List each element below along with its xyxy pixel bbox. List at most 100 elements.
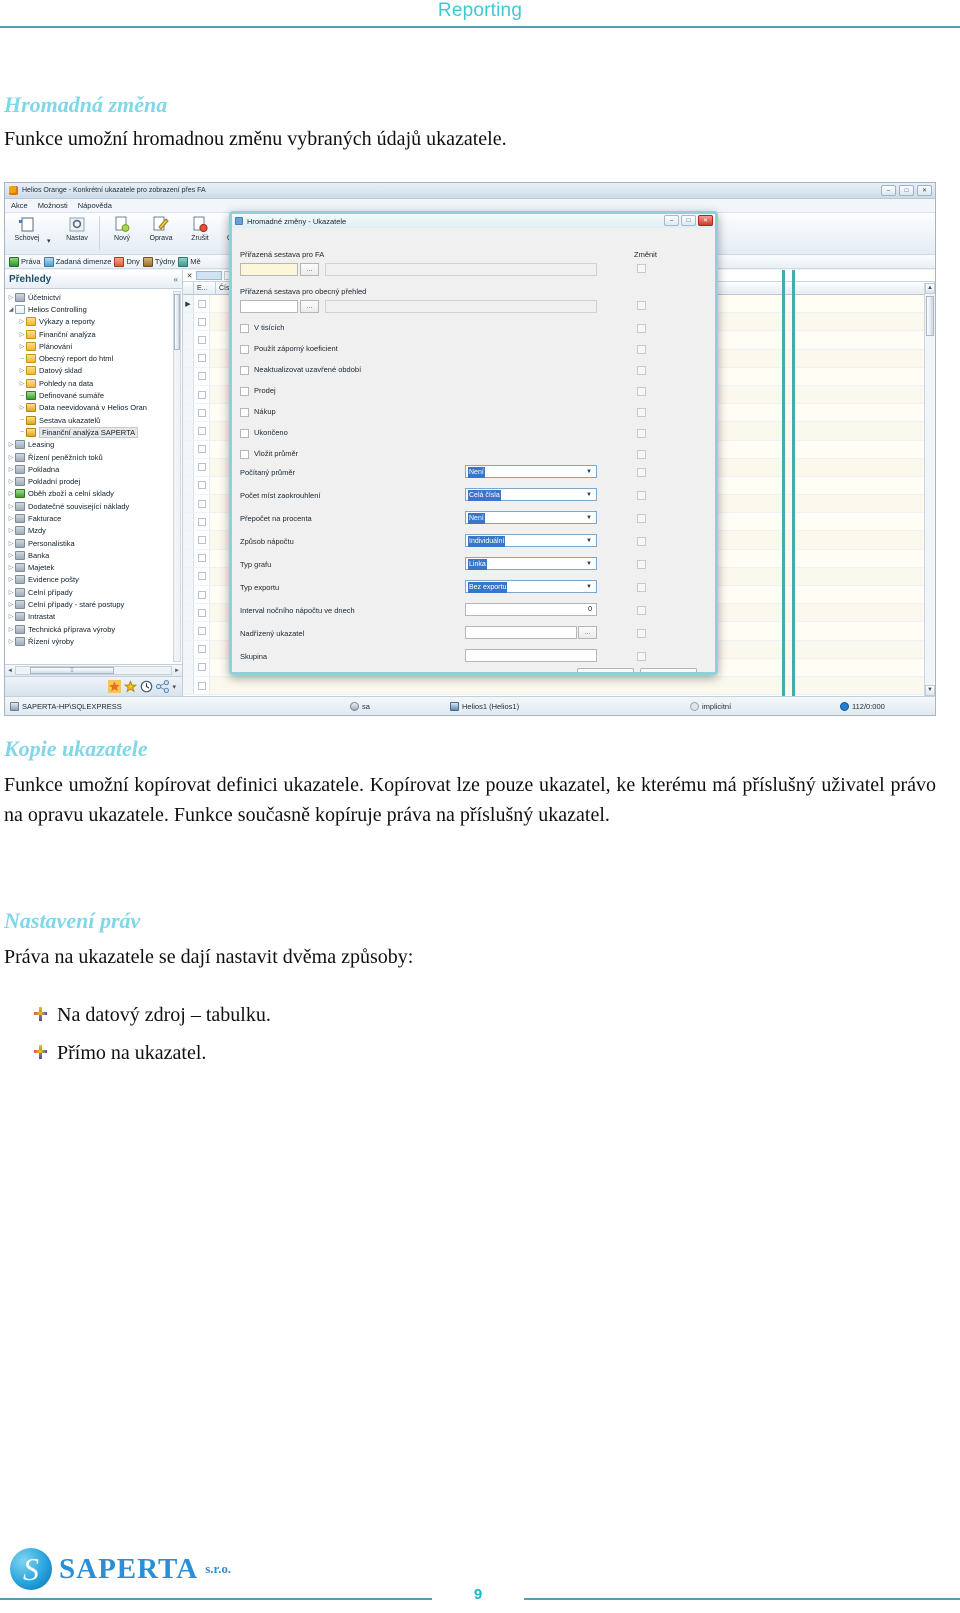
tree-item-18[interactable]: ▷ Fakturace	[7, 512, 182, 524]
table-row[interactable]	[183, 676, 924, 696]
scroll-right-icon[interactable]: ►	[174, 668, 180, 674]
minimize-icon[interactable]: –	[881, 185, 896, 196]
combo-prepocet-na-procenta[interactable]: Není ▼	[465, 511, 597, 524]
tree-twisty-icon[interactable]: ▷	[7, 490, 15, 497]
row-checkbox[interactable]	[194, 313, 210, 331]
toolbar2-button-zadana-dimenze[interactable]: Zadaná dimenze	[43, 256, 111, 267]
tree-item-3[interactable]: ▷ Finanční analýza	[7, 328, 182, 340]
changer-checkbox-prepocet-na-procenta[interactable]	[637, 514, 646, 523]
scrollbar-thumb[interactable]: ⁞⁞	[29, 667, 114, 674]
tree-item-2[interactable]: ▷ Výkazy a reporty	[7, 316, 182, 328]
changer-checkbox-pocitany-prumer[interactable]	[637, 468, 646, 477]
tree-item-8[interactable]: – Definované sumáře	[7, 389, 182, 401]
changer-checkbox-typ-grafu[interactable]	[637, 560, 646, 569]
changer-checkbox-zpusob-napoctu[interactable]	[637, 537, 646, 546]
tree-horizontal-scrollbar[interactable]: ◄ ⁞⁞ ►	[5, 664, 182, 676]
toolbar-button-zrusit[interactable]: Zrušit	[181, 214, 219, 242]
checkbox-v-tisicich[interactable]	[240, 324, 249, 333]
changer-checkbox-pocet-mist-zaokrouhleni[interactable]	[637, 491, 646, 500]
checkbox-nakup[interactable]	[240, 408, 249, 417]
tree-twisty-icon[interactable]: ▷	[7, 441, 15, 448]
toolbar2-button-mesice[interactable]: Mě	[178, 256, 201, 267]
tree-vertical-scrollbar[interactable]	[173, 291, 181, 662]
menu-item-akce[interactable]: Akce	[11, 201, 28, 210]
checkbox-zaporny-koeficient[interactable]	[240, 345, 249, 354]
scrollbar-track[interactable]: ⁞⁞	[14, 666, 173, 675]
combo-typ-grafu[interactable]: Linka ▼	[465, 557, 597, 570]
combo-pocet-mist-zaokrouhleni[interactable]: Celá čísla ▼	[465, 488, 597, 501]
tree-twisty-icon[interactable]: ▷	[7, 540, 15, 547]
dialog-minimize-icon[interactable]: –	[664, 215, 679, 226]
changer-checkbox-nadrizeny-ukazatel[interactable]	[637, 629, 646, 638]
tree-twisty-icon[interactable]: ▷	[7, 466, 15, 473]
tree-twisty-icon[interactable]: –	[18, 393, 26, 399]
tree-item-9[interactable]: ▷ Data neevidovaná v Helios Oran	[7, 402, 182, 414]
toolbar-button-oprava[interactable]: Oprava	[142, 214, 180, 242]
grid-column-header-e[interactable]: E...	[194, 282, 216, 294]
tree-twisty-icon[interactable]: ▷	[7, 454, 15, 461]
tree-twisty-icon[interactable]: ▷	[18, 367, 26, 374]
tree-item-6[interactable]: ▷ Datový sklad	[7, 365, 182, 377]
tree-item-24[interactable]: ▷ Celní případy	[7, 586, 182, 598]
chevron-down-icon[interactable]: ▼	[583, 559, 595, 570]
tree-item-0[interactable]: ▷ Účetnictví	[7, 291, 182, 303]
row-checkbox[interactable]	[194, 422, 210, 440]
tree-item-22[interactable]: ▷ Majetek	[7, 562, 182, 574]
tree-twisty-icon[interactable]: ▷	[18, 343, 26, 350]
tree-item-17[interactable]: ▷ Dodatečné související náklady	[7, 500, 182, 512]
field-input-prirazena-sestava-fa[interactable]	[240, 263, 298, 276]
tree-twisty-icon[interactable]: ◢	[7, 306, 15, 313]
checkbox-pouze-aktualni[interactable]	[241, 671, 250, 672]
tree-item-21[interactable]: ▷ Banka	[7, 549, 182, 561]
tree-twisty-icon[interactable]: ▷	[7, 626, 15, 633]
tree-twisty-icon[interactable]: ▷	[18, 331, 26, 338]
tree-item-28[interactable]: ▷ Řízení výroby	[7, 635, 182, 647]
tree-twisty-icon[interactable]: ▷	[7, 527, 15, 534]
lookup-button-prirazena-sestava-fa[interactable]: ...	[300, 263, 319, 276]
share-nodes-icon[interactable]	[156, 680, 170, 693]
tree-twisty-icon[interactable]: ▷	[7, 503, 15, 510]
tree-item-25[interactable]: ▷ Celní případy - staré postupy	[7, 598, 182, 610]
row-checkbox[interactable]	[194, 476, 210, 495]
row-checkbox[interactable]	[194, 549, 210, 567]
tree-twisty-icon[interactable]: –	[18, 356, 26, 362]
row-checkbox[interactable]	[194, 495, 210, 513]
row-checkbox[interactable]	[194, 513, 210, 531]
dialog-maximize-icon[interactable]: □	[681, 215, 696, 226]
field-input-prirazena-sestava-obecny[interactable]	[240, 300, 298, 313]
dialog-close-icon[interactable]: ✕	[698, 215, 713, 226]
more-caret-icon[interactable]: ▾	[172, 683, 176, 691]
chevron-down-icon[interactable]: ▼	[583, 467, 595, 478]
field-input-skupina[interactable]	[465, 649, 597, 662]
tree-twisty-icon[interactable]: ▷	[7, 515, 15, 522]
lookup-button-nadrizeny-ukazatel[interactable]: ...	[578, 626, 597, 639]
tree-item-15[interactable]: ▷ Pokladní prodej	[7, 475, 182, 487]
row-checkbox[interactable]	[194, 349, 210, 367]
chevron-down-icon[interactable]: ▼	[583, 582, 595, 593]
changer-checkbox-ukonceno[interactable]	[637, 429, 646, 438]
checkbox-ukonceno[interactable]	[240, 429, 249, 438]
tree-twisty-icon[interactable]: ▷	[7, 589, 15, 596]
changer-checkbox-skupina[interactable]	[637, 652, 646, 661]
tree-twisty-icon[interactable]: ▷	[7, 294, 15, 301]
row-checkbox[interactable]	[194, 458, 210, 476]
row-checkbox[interactable]	[194, 586, 210, 604]
scrollbar-thumb[interactable]	[174, 294, 180, 350]
tree-item-19[interactable]: ▷ Mzdy	[7, 525, 182, 537]
row-checkbox[interactable]	[194, 567, 210, 585]
changer-checkbox-neaktualizovat-obdobi[interactable]	[637, 366, 646, 375]
toolbar-button-novy[interactable]: Nový	[103, 214, 141, 242]
row-checkbox[interactable]	[194, 440, 210, 458]
tree-item-10[interactable]: – Sestava ukazatelů	[7, 414, 182, 426]
tree-twisty-icon[interactable]: –	[18, 429, 26, 435]
tree-item-26[interactable]: ▷ Intrastat	[7, 611, 182, 623]
scroll-left-icon[interactable]: ◄	[7, 668, 13, 674]
chevron-down-icon[interactable]: ▼	[583, 490, 595, 501]
tree-twisty-icon[interactable]: ▷	[18, 380, 26, 387]
tree-twisty-icon[interactable]: ▷	[7, 478, 15, 485]
ok-button[interactable]: OK	[577, 668, 634, 672]
chevron-down-icon[interactable]: ▼	[583, 513, 595, 524]
tree-item-11[interactable]: – Finanční analýza SAPERTA	[7, 426, 182, 438]
combo-pocitany-prumer[interactable]: Není ▼	[465, 465, 597, 478]
grid-vertical-scrollbar[interactable]: ▲ ▼	[924, 283, 935, 696]
